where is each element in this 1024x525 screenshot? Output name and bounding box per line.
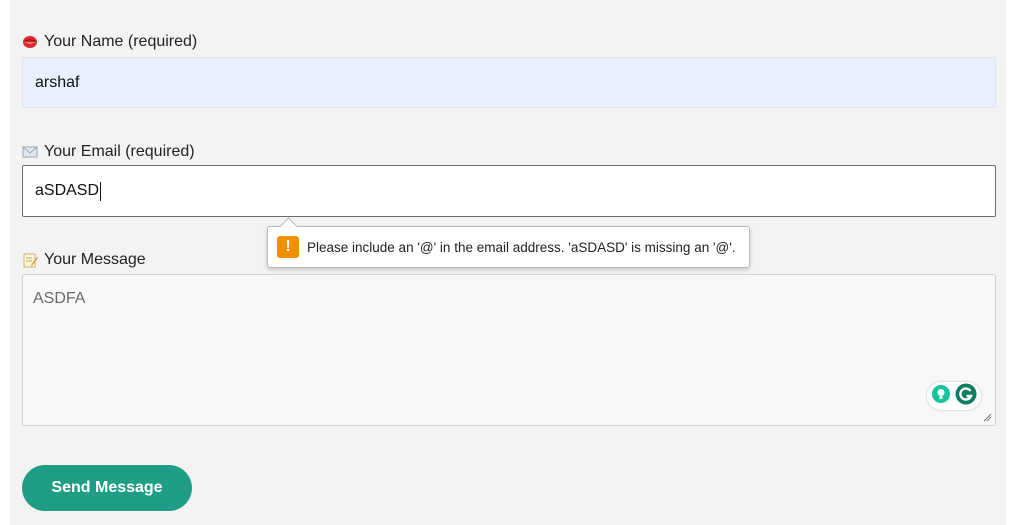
lightbulb-icon[interactable]	[931, 384, 951, 409]
name-field[interactable]: arshaf	[22, 57, 996, 108]
memo-icon	[22, 252, 38, 268]
text-caret	[100, 181, 102, 201]
email-value: aSDASD	[35, 182, 100, 199]
message-label-row: Your Message	[22, 251, 146, 269]
validation-message: Please include an '@' in the email addre…	[307, 239, 736, 255]
email-field[interactable]: aSDASD	[22, 165, 996, 217]
name-label: Your Name (required)	[44, 33, 198, 50]
warning-icon: !	[277, 236, 299, 258]
lips-icon	[22, 34, 38, 50]
name-value: arshaf	[35, 73, 80, 91]
send-message-button[interactable]: Send Message	[22, 465, 192, 511]
email-label-row: Your Email (required)	[22, 143, 195, 161]
name-label-row: Your Name (required)	[22, 33, 197, 51]
envelope-icon	[22, 144, 38, 160]
message-textarea[interactable]: ASDFA	[22, 274, 996, 426]
grammarly-widget[interactable]	[927, 382, 981, 410]
validation-tooltip: ! Please include an '@' in the email add…	[267, 217, 750, 268]
message-value: ASDFA	[33, 290, 86, 307]
email-label: Your Email (required)	[44, 143, 195, 160]
grammarly-g-icon[interactable]	[955, 383, 977, 410]
message-label: Your Message	[44, 251, 146, 268]
resize-grip-icon[interactable]	[982, 412, 992, 422]
